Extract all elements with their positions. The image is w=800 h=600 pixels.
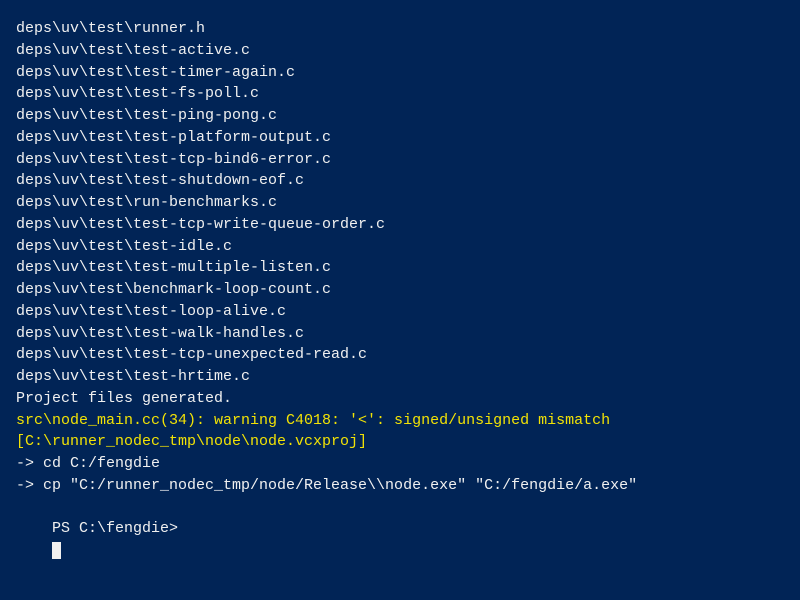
output-line: deps\uv\test\test-platform-output.c	[16, 127, 784, 149]
output-line: deps\uv\test\test-timer-again.c	[16, 62, 784, 84]
output-line: deps\uv\test\test-loop-alive.c	[16, 301, 784, 323]
output-line: deps\uv\test\run-benchmarks.c	[16, 192, 784, 214]
command-echo-line: -> cd C:/fengdie	[16, 453, 784, 475]
output-line: deps\uv\test\test-hrtime.c	[16, 366, 784, 388]
cursor	[52, 542, 61, 559]
output-line: Project files generated.	[16, 388, 784, 410]
powershell-terminal[interactable]: deps\uv\test\runner.h deps\uv\test\test-…	[16, 18, 784, 584]
output-line: deps\uv\test\test-fs-poll.c	[16, 83, 784, 105]
output-line: deps\uv\test\test-ping-pong.c	[16, 105, 784, 127]
prompt-label: PS C:\fengdie>	[52, 520, 178, 537]
output-line: deps\uv\test\test-idle.c	[16, 236, 784, 258]
output-line: deps\uv\test\benchmark-loop-count.c	[16, 279, 784, 301]
command-echo-line: -> cp "C:/runner_nodec_tmp/node/Release\…	[16, 475, 784, 497]
output-line: deps\uv\test\test-multiple-listen.c	[16, 257, 784, 279]
prompt-line[interactable]: PS C:\fengdie>	[16, 497, 784, 584]
output-line: deps\uv\test\test-tcp-write-queue-order.…	[16, 214, 784, 236]
compiler-warning-line: src\node_main.cc(34): warning C4018: '<'…	[16, 410, 784, 454]
output-line: deps\uv\test\runner.h	[16, 18, 784, 40]
output-line: deps\uv\test\test-active.c	[16, 40, 784, 62]
output-line: deps\uv\test\test-walk-handles.c	[16, 323, 784, 345]
output-line: deps\uv\test\test-shutdown-eof.c	[16, 170, 784, 192]
output-line: deps\uv\test\test-tcp-unexpected-read.c	[16, 344, 784, 366]
output-line: deps\uv\test\test-tcp-bind6-error.c	[16, 149, 784, 171]
